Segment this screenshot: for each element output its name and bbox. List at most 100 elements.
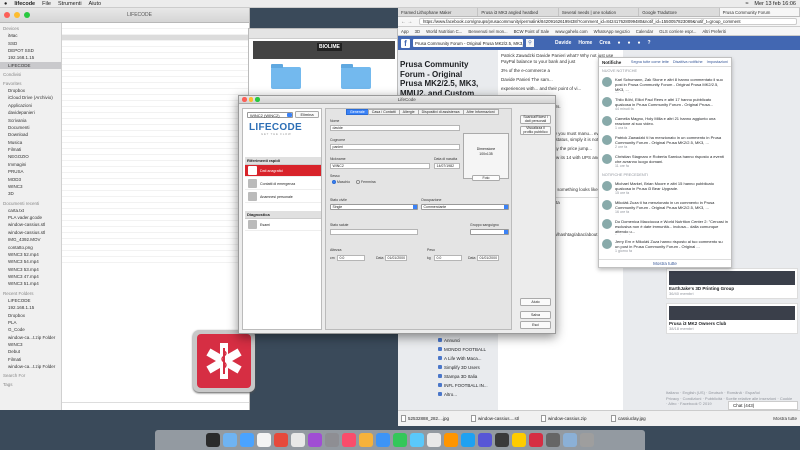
menu-aiuto[interactable]: Aiuto (89, 1, 102, 7)
search-icon[interactable]: ⚲ (526, 39, 534, 47)
dock-app-icon[interactable] (495, 433, 509, 447)
sidebar-item[interactable]: contatto.png (0, 243, 61, 250)
sidebar-item[interactable]: WINC3 52.mp4 (0, 251, 61, 258)
sidebar-item[interactable]: WINC3 54.mp4 (0, 258, 61, 265)
tab-prusa-forum[interactable]: Prusa Community Forum (719, 8, 800, 16)
dock-app-icon[interactable] (563, 433, 577, 447)
bookmark-item[interactable]: WhatsApp negozio (594, 29, 630, 34)
nav-profile[interactable]: Davide (555, 40, 571, 46)
left-nav-item[interactable]: Annunci (438, 336, 498, 345)
tab-generale[interactable]: Generale (346, 109, 369, 115)
facebook-search-input[interactable]: Prusa Community Forum - Original Prusa M… (413, 39, 523, 47)
notification-item[interactable]: Karl Schumann, Zak Stone e altri 8 hanno… (599, 75, 731, 95)
tab-dispositivi[interactable]: Dispositivi di assistenza (417, 109, 464, 115)
notification-item[interactable]: Jerry Ern e Mikoláš Zuza hanno risposto … (599, 237, 731, 256)
dock-app-icon[interactable] (342, 433, 356, 447)
lifecode-app-icon[interactable] (193, 330, 255, 392)
sidebar-item[interactable]: Download (0, 131, 61, 138)
url-field[interactable]: https://www.facebook.com/groups/prusacom… (419, 18, 797, 25)
menu-app-name[interactable]: lifecode (14, 1, 35, 7)
sidebar-item[interactable]: WINC3 51.mp4 (0, 280, 61, 287)
dock-app-icon[interactable] (223, 433, 237, 447)
download-item[interactable]: window-cassius.zip (541, 415, 606, 422)
dock-app-icon[interactable] (427, 433, 441, 447)
dock-app-icon[interactable] (325, 433, 339, 447)
help-button[interactable]: Aiuto (520, 298, 551, 306)
dock-app-icon[interactable] (410, 433, 424, 447)
minimize-icon[interactable] (14, 12, 20, 18)
nav-home[interactable]: Home (578, 40, 592, 46)
messenger-icon[interactable]: ● (627, 40, 630, 46)
sidebar-item[interactable]: MOD3 (0, 175, 61, 182)
notification-item[interactable]: Thilo Böhl, Elliot Paul Rees e altri 17 … (599, 95, 731, 114)
close-icon[interactable] (242, 97, 247, 102)
cognome-field[interactable]: panieri (330, 144, 460, 150)
sidebar-item[interactable]: Applicazioni (0, 102, 61, 109)
dock-app-icon[interactable] (376, 433, 390, 447)
download-item[interactable]: cassiuclay.jpg (611, 415, 676, 422)
profile-select[interactable]: WINC2 (WINC2) (247, 112, 293, 118)
nav-contatti-emergenza[interactable]: Contatti di emergenza (245, 178, 321, 190)
mark-all-read-link[interactable]: Segna tutte come lette (631, 60, 669, 65)
dock-app-icon[interactable] (393, 433, 407, 447)
left-nav-item[interactable]: Altro... (438, 390, 498, 399)
sidebar-item[interactable]: NEGOZIO (0, 153, 61, 160)
sidebar-item[interactable]: WINC3 47.mp4 (0, 273, 61, 280)
sidebar-item[interactable]: Scrivania (0, 116, 61, 123)
foto-button[interactable]: Foto (472, 175, 500, 181)
dock-app-icon[interactable] (240, 433, 254, 447)
sidebar-item[interactable]: 3D (0, 190, 61, 197)
bookmark-item[interactable]: 3D (415, 29, 421, 34)
sidebar-item[interactable]: LIFECODE (0, 297, 61, 304)
close-icon[interactable] (4, 12, 10, 18)
tab-translate[interactable]: Google Traduttore (639, 8, 720, 16)
bookmark-item[interactable]: GLS corriere espr... (659, 29, 696, 34)
dock-app-icon[interactable] (444, 433, 458, 447)
zoom-icon[interactable] (24, 12, 30, 18)
disable-notifications-link[interactable]: Disattiva notifiche (673, 60, 703, 65)
menu-file[interactable]: File (42, 1, 51, 7)
sidebar-item[interactable]: LIFECODE (0, 61, 61, 69)
sidebar-item[interactable]: iCloud Drive (Archivio) (0, 94, 61, 101)
bookmark-item[interactable]: www.gahelo.com (555, 29, 587, 34)
left-nav-item[interactable]: INFL FOOTBALL IN... (438, 381, 498, 390)
exit-button[interactable]: Esci (520, 321, 551, 329)
group-suggestion[interactable]: Prusa i3 MK2 Owners Club 38/18 membri (666, 303, 798, 334)
bookmark-item[interactable]: Calendar (636, 29, 653, 34)
notification-item[interactable]: Michael Markel, Brian Moore e altri 15 h… (599, 179, 731, 198)
bookmark-item[interactable]: Benvenuti nel mon... (468, 29, 507, 34)
dock-app-icon[interactable] (308, 433, 322, 447)
tab-lithophane[interactable]: Framed Lithophane Maker (398, 8, 479, 16)
nav-anamnesi[interactable]: Anamnesi personale (245, 191, 321, 203)
dock-app-icon[interactable] (529, 433, 543, 447)
download-item[interactable]: 52532888_282....jpg (401, 415, 466, 422)
minimize-icon[interactable] (248, 97, 253, 102)
bookmark-item[interactable]: World Nutrition C... (426, 29, 462, 34)
data-nascita-field[interactable]: 14/07/1982 (434, 163, 460, 169)
dock-app-icon[interactable] (478, 433, 492, 447)
dock-app-icon[interactable] (274, 433, 288, 447)
sidebar-item[interactable]: window-ca...t.zip Folder (0, 363, 61, 370)
sidebar-item[interactable]: Debut (0, 348, 61, 355)
sidebar-item[interactable]: carta.txt (0, 207, 61, 214)
nav-esami[interactable]: Esami (245, 219, 321, 231)
sidebar-item[interactable]: 192.168.1.15 (0, 54, 61, 61)
nav-dati-anagrafici[interactable]: Dati anagrafici (245, 165, 321, 177)
sidebar-item[interactable]: Musica (0, 139, 61, 146)
tab-casa-contatti[interactable]: Casa / Contatti (367, 109, 400, 115)
peso-field[interactable]: 0.0 (434, 255, 462, 261)
menu-strumenti[interactable]: Strumenti (58, 1, 82, 7)
dock-app-icon[interactable] (291, 433, 305, 447)
notification-item[interactable]: Camelia Magno, Holy Milla e altri 21 han… (599, 114, 731, 133)
tab-needs[interactable]: Several needs | one solution (559, 8, 640, 16)
notification-settings-link[interactable]: Impostazioni (707, 60, 728, 65)
sidebar-item[interactable]: PRUSA (0, 168, 61, 175)
sidebar-item[interactable]: Filmati (0, 356, 61, 363)
dock-app-icon[interactable] (206, 433, 220, 447)
file-row[interactable] (62, 257, 249, 263)
help-icon[interactable]: ? (648, 40, 651, 46)
download-item[interactable]: window-cassius....stl (471, 415, 536, 422)
sidebar-item[interactable]: WINC3 (0, 183, 61, 190)
sidebar-item[interactable]: Documenti (0, 124, 61, 131)
dock-app-icon[interactable] (257, 433, 271, 447)
